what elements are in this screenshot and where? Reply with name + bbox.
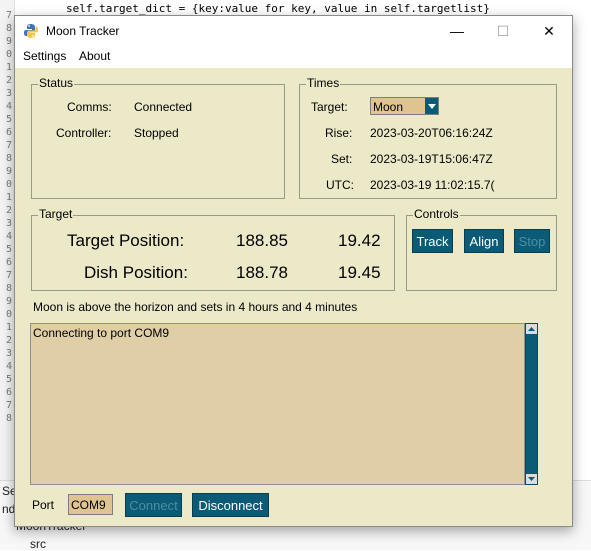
rise-value: 2023-03-20T06:16:24Z (370, 126, 493, 140)
port-label: Port (32, 498, 55, 512)
track-button[interactable]: Track (412, 229, 453, 253)
line-number: 7 (5, 400, 12, 411)
line-number: 8 (5, 413, 12, 424)
dish-azimuth-value: 188.78 (236, 263, 288, 282)
line-number: 3 (5, 88, 12, 99)
status-group-title: Status (38, 76, 75, 90)
line-number: 0 (5, 179, 12, 190)
minimize-button[interactable]: — (434, 16, 480, 46)
scroll-down-icon[interactable] (526, 474, 537, 484)
target-label: Target: (311, 100, 348, 114)
line-number: 1 (5, 62, 12, 73)
set-label: Set: (331, 152, 353, 166)
line-number: 0 (5, 309, 12, 320)
menu-settings[interactable]: Settings (23, 49, 66, 63)
line-number: 4 (5, 231, 12, 242)
times-group-title: Times (306, 76, 341, 90)
line-number: 6 (5, 257, 12, 268)
python-app-icon (24, 24, 38, 38)
line-number: 2 (5, 335, 12, 346)
close-button[interactable]: ✕ (526, 16, 572, 46)
dropdown-arrow-icon[interactable] (425, 98, 438, 114)
line-number: 7 (5, 140, 12, 151)
line-number: 6 (5, 127, 12, 138)
line-number: 3 (5, 348, 12, 359)
line-number: 1 (5, 322, 12, 333)
line-number: 9 (5, 166, 12, 177)
controls-group-title: Controls (413, 207, 460, 221)
title-bar: Moon Tracker — ☐ ✕ (15, 16, 572, 46)
maximize-button[interactable]: ☐ (480, 16, 526, 46)
line-number: 1 (5, 192, 12, 203)
line-number: 7 (5, 270, 12, 281)
comms-value: Connected (134, 100, 193, 114)
port-input[interactable]: COM9 (68, 494, 113, 515)
log-textarea[interactable]: Connecting to port COM9 (30, 323, 525, 485)
log-scrollbar[interactable] (525, 323, 538, 485)
background-code-line: self.target_dict = {key:value for key, v… (66, 2, 490, 15)
controller-label: Controller: (56, 126, 112, 140)
target-azimuth-value: 188.85 (236, 231, 288, 250)
scroll-up-icon[interactable] (526, 324, 537, 334)
line-number: 5 (5, 374, 12, 385)
line-number: 9 (5, 36, 12, 47)
target-select[interactable]: Moon (370, 97, 439, 115)
line-number: 8 (5, 153, 12, 164)
connect-button[interactable]: Connect (125, 493, 182, 517)
disconnect-button[interactable]: Disconnect (192, 493, 269, 517)
window-title: Moon Tracker (46, 24, 120, 38)
utc-value: 2023-03-19 11:02:15.7( (370, 178, 495, 192)
line-number: 0 (5, 49, 12, 60)
line-number: 9 (5, 296, 12, 307)
line-number: 7 (5, 10, 12, 21)
line-number: 5 (5, 114, 12, 125)
comms-label: Comms: (67, 100, 112, 114)
align-button[interactable]: Align (464, 229, 504, 253)
menu-bar: Settings About (15, 46, 572, 68)
target-group-title: Target (38, 207, 74, 221)
line-number: 4 (5, 101, 12, 112)
dish-elevation-value: 19.45 (338, 263, 381, 282)
rise-label: Rise: (325, 126, 353, 140)
controller-value: Stopped (134, 126, 179, 140)
line-number: 2 (5, 205, 12, 216)
controls-group: Controls (406, 207, 557, 291)
target-select-value: Moon (373, 100, 404, 114)
moon-tracker-window: Moon Tracker — ☐ ✕ Settings About Status… (14, 15, 573, 527)
horizon-status-message: Moon is above the horizon and sets in 4 … (33, 300, 358, 314)
dish-position-label: Dish Position: (84, 263, 188, 282)
line-number: 2 (5, 75, 12, 86)
target-elevation-value: 19.42 (338, 231, 381, 250)
utc-label: UTC: (326, 178, 354, 192)
line-number: 8 (5, 23, 12, 34)
stop-button[interactable]: Stop (514, 229, 550, 253)
line-number: 5 (5, 244, 12, 255)
log-text: Connecting to port COM9 (33, 326, 170, 340)
target-position-label: Target Position: (67, 231, 185, 250)
line-number: 4 (5, 361, 12, 372)
menu-about[interactable]: About (79, 49, 110, 63)
line-number: 8 (5, 283, 12, 294)
line-number: 6 (5, 387, 12, 398)
set-value: 2023-03-19T15:06:47Z (370, 152, 493, 166)
line-number: 3 (5, 218, 12, 229)
